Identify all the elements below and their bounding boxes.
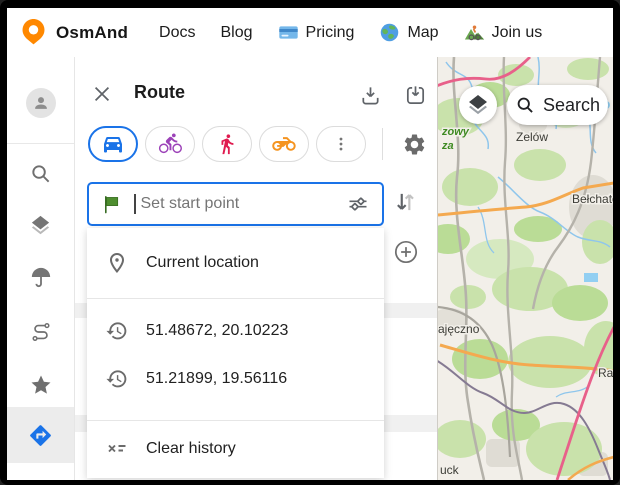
clear-history-icon [105,437,129,461]
layers-icon [29,214,52,237]
history-icon [105,367,129,391]
add-circle-icon[interactable] [393,239,419,265]
brand[interactable]: OsmAnd [20,17,128,48]
sidebar-item-tracks[interactable] [7,310,74,354]
car-icon [101,132,125,156]
brand-name: OsmAnd [56,23,128,43]
location-pin-icon [105,251,129,275]
top-navbar: OsmAnd Docs Blog Pricing [7,8,613,57]
history-item[interactable]: 51.48672, 20.10223 [87,307,384,355]
track-route-icon [30,321,52,343]
history-coordinates: 51.21899, 19.56116 [146,370,287,388]
mode-car-button[interactable] [88,126,138,162]
bicycle-icon [158,132,183,157]
panel-title: Route [134,82,185,103]
nav-link-docs[interactable]: Docs [159,24,195,42]
nav-link-join-us[interactable]: Join us [464,22,543,43]
nav-links: Docs Blog Pricing [159,22,542,43]
mode-more-button[interactable] [316,126,366,162]
start-flag-icon [101,194,122,215]
sidebar-divider [7,143,74,144]
globe-icon [379,22,400,43]
route-panel: Route [74,57,437,480]
current-location-label: Current location [146,254,259,272]
motorcycle-icon [271,131,297,157]
clear-history-label: Clear history [146,440,236,458]
avatar [26,88,56,118]
gear-icon[interactable] [401,131,427,157]
start-input-placeholder: Set start point [141,195,343,213]
search-icon [515,95,535,115]
nav-link-pricing[interactable]: Pricing [278,22,355,43]
map-label-town: Zelów [516,130,548,144]
mode-bicycle-button[interactable] [145,126,195,162]
mode-motorcycle-button[interactable] [259,126,309,162]
transport-mode-row [88,126,366,162]
map-label-green: za [441,140,454,152]
modes-divider [382,128,383,160]
layers-icon [466,93,490,117]
directions-icon [28,423,53,448]
screenshot-frame: OsmAnd Docs Blog Pricing [0,0,620,485]
pedestrian-icon [216,133,238,155]
sidebar-item-navigation[interactable] [7,407,74,463]
mountain-bike-icon [464,22,485,43]
osmand-web-app: OsmAnd Docs Blog Pricing [7,8,613,480]
map-label-town: ajęczno [438,322,480,336]
swap-vertical-icon[interactable] [392,189,418,215]
map-area[interactable]: zowy za Zelów Bełcható ajęczno Rad uck S [437,57,613,480]
map-label-town: Rad [598,366,613,380]
map-label-town: Bełcható [572,192,613,206]
sidebar-item-favorites[interactable] [7,363,74,407]
start-point-input[interactable]: Set start point [87,182,384,226]
current-location-item[interactable]: Current location [87,228,384,298]
map-label-green: zowy [441,126,470,138]
umbrella-icon [30,266,52,288]
mode-pedestrian-button[interactable] [202,126,252,162]
map-layers-button[interactable] [459,86,497,124]
save-to-device-icon[interactable] [402,82,428,108]
more-vert-icon [331,134,351,154]
history-coordinates: 51.48672, 20.10223 [146,322,288,340]
map-search-label: Search [543,95,600,116]
close-icon[interactable] [89,81,115,107]
star-icon [29,373,53,397]
sidebar-item-configure-map[interactable] [7,203,74,247]
tune-icon[interactable] [346,192,370,216]
history-icon [105,319,129,343]
map-label-town: uck [440,463,460,477]
sidebar-item-weather[interactable] [7,255,74,299]
search-icon [29,162,52,185]
sidebar-item-profile[interactable] [7,81,74,125]
history-item[interactable]: 51.21899, 19.56116 [87,355,384,403]
left-sidebar [7,57,75,480]
osmand-logo-icon [20,17,47,48]
nav-link-blog[interactable]: Blog [221,24,253,42]
nav-link-map[interactable]: Map [379,22,438,43]
start-point-dropdown: Current location 51.48672, 20.10223 [87,228,384,478]
sidebar-item-search[interactable] [7,151,74,195]
map-search-button[interactable]: Search [507,85,608,125]
credit-card-icon [278,22,299,43]
text-caret [134,194,136,214]
download-icon[interactable] [357,82,383,108]
clear-history-item[interactable]: Clear history [87,421,384,477]
